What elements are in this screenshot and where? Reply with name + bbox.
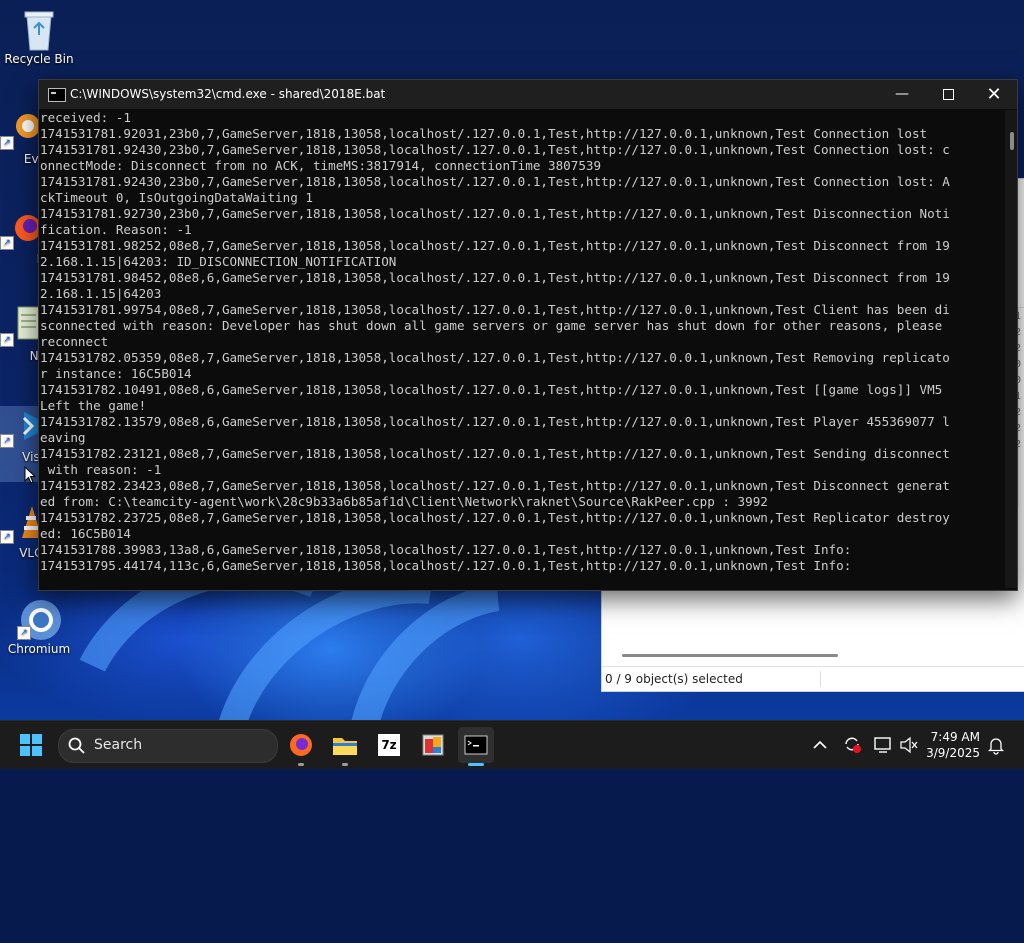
horizontal-scrollbar[interactable] <box>622 654 838 657</box>
running-indicator <box>298 763 304 766</box>
running-indicator <box>342 763 348 766</box>
console-line: 2.168.1.15|64203 <box>40 286 162 301</box>
show-hidden-icons-button[interactable] <box>810 735 830 755</box>
scrollbar-thumb[interactable] <box>1010 132 1014 150</box>
start-button[interactable] <box>20 734 42 756</box>
window-title: C:\WINDOWS\system32\cmd.exe - shared\201… <box>70 87 386 101</box>
taskbar-app-terminal[interactable] <box>458 727 494 766</box>
chromium-icon: ↗ <box>17 598 61 640</box>
clock-date: 3/9/2025 <box>926 746 980 760</box>
minimize-icon: — <box>895 86 909 102</box>
close-icon: ✕ <box>986 84 1002 105</box>
windows-logo-tile <box>32 734 42 744</box>
console-line: 1741531781.98252,08e8,7,GameServer,1818,… <box>40 238 950 253</box>
console-line: sconnected with reason: Developer has sh… <box>40 318 943 333</box>
taskbar: Search 7z 7:49 AM 3/9/2025 <box>0 720 1024 769</box>
7zip-icon: 7z <box>378 734 400 756</box>
close-button[interactable]: ✕ <box>971 80 1017 109</box>
windows-logo-tile <box>20 746 30 756</box>
console-line: 1741531782.23725,08e8,7,GameServer,1818,… <box>40 510 950 525</box>
console-line: 1741531781.92031,23b0,7,GameServer,1818,… <box>40 126 928 141</box>
running-indicator <box>468 763 484 766</box>
minimize-button[interactable]: — <box>879 80 925 109</box>
console-line: 1741531781.92430,23b0,7,GameServer,1818,… <box>40 142 950 157</box>
console-line: 1741531782.23121,08e8,7,GameServer,1818,… <box>40 446 950 461</box>
console-line: 1741531781.98452,08e8,6,GameServer,1818,… <box>40 270 950 285</box>
console-line: 1741531781.99754,08e8,7,GameServer,1818,… <box>40 302 950 317</box>
taskbar-clock[interactable]: 7:49 AM 3/9/2025 <box>926 729 980 761</box>
folder-icon <box>333 738 357 755</box>
vlc-icon: ↗ <box>0 502 42 544</box>
network-icon <box>874 737 891 753</box>
taskbar-app-utility[interactable] <box>415 727 451 763</box>
taskbar-app-firefox[interactable] <box>283 727 319 766</box>
console-line: Left the game! <box>40 398 147 413</box>
console-line: 1741531782.13579,08e8,6,GameServer,1818,… <box>40 414 950 429</box>
console-line: 1741531788.39983,13a8,6,GameServer,1818,… <box>40 542 852 557</box>
shortcut-arrow-icon: ↗ <box>0 136 14 150</box>
console-line: 1741531781.92430,23b0,7,GameServer,1818,… <box>40 174 950 189</box>
console-line: ed from: C:\teamcity-agent\work\28c9b33a… <box>40 494 768 509</box>
console-line: 1741531782.05359,08e8,7,GameServer,1818,… <box>40 350 950 365</box>
desktop-icon-recycle-bin[interactable]: Recycle Bin <box>3 8 75 66</box>
windows-logo-tile <box>32 746 42 756</box>
console-line: 1741531782.10491,08e8,6,GameServer,1818,… <box>40 382 943 397</box>
console-line: eaving <box>40 430 86 445</box>
taskbar-search[interactable]: Search <box>58 729 278 763</box>
firefox-icon <box>290 734 312 756</box>
shortcut-arrow-icon: ↗ <box>0 333 14 347</box>
notifications-button[interactable] <box>986 735 1006 755</box>
console-line: onnectMode: Disconnect from no ACK, time… <box>40 158 602 173</box>
shortcut-arrow-icon: ↗ <box>17 626 31 640</box>
desktop-icon-chromium[interactable]: ↗ Chromium <box>3 598 75 656</box>
chevron-up-icon <box>813 740 827 749</box>
notepad-icon: ↗ <box>0 305 42 347</box>
console-output[interactable]: received: -1 1741531781.92031,23b0,7,Game… <box>39 110 1006 588</box>
console-window[interactable]: C:\WINDOWS\system32\cmd.exe - shared\201… <box>38 79 1018 591</box>
maximize-icon <box>942 88 954 100</box>
search-icon <box>68 737 85 754</box>
sync-error-icon <box>845 737 861 753</box>
console-line: 1741531782.23423,08e8,7,GameServer,1818,… <box>40 478 950 493</box>
shortcut-arrow-icon: ↗ <box>0 434 14 448</box>
cmd-icon <box>48 88 66 102</box>
maximize-button[interactable] <box>925 80 971 109</box>
taskbar-app-7zip[interactable]: 7z <box>371 727 407 763</box>
visual-studio-icon: ↗ <box>0 406 42 448</box>
shortcut-arrow-icon: ↗ <box>0 530 14 544</box>
taskbar-app-file-explorer[interactable] <box>327 727 363 766</box>
mouse-cursor-icon <box>24 465 37 488</box>
console-line: fication. Reason: -1 <box>40 222 192 237</box>
console-line: 2.168.1.15|64203: ID_DISCONNECTION_NOTIF… <box>40 254 397 269</box>
search-label: Search <box>94 737 143 753</box>
desktop-icon-label: Recycle Bin <box>4 52 74 66</box>
desktop-icon-label: Chromium <box>7 642 71 656</box>
console-line: ed: 16C5B014 <box>40 526 131 541</box>
console-line: ckTimeout 0, IsOutgoingDataWaiting 1 <box>40 190 313 205</box>
console-line: received: -1 <box>40 110 131 125</box>
clock-time: 7:49 AM <box>930 730 980 744</box>
tray-volume-button[interactable] <box>899 735 919 755</box>
recycle-bin-icon <box>19 8 59 51</box>
vertical-scrollbar[interactable] <box>1005 110 1017 588</box>
windows-logo-icon <box>20 734 30 744</box>
app-icon <box>422 734 444 756</box>
bell-icon <box>987 738 1005 755</box>
console-titlebar[interactable]: C:\WINDOWS\system32\cmd.exe - shared\201… <box>39 80 1017 109</box>
explorer-status-bar: 0 / 9 object(s) selected <box>602 666 1024 691</box>
console-line: r instance: 16C5B014 <box>40 366 192 381</box>
shortcut-arrow-icon: ↗ <box>0 236 14 250</box>
console-line: 1741531795.44174,113c,6,GameServer,1818,… <box>40 558 852 573</box>
status-separator <box>820 671 821 687</box>
console-line: with reason: -1 <box>40 462 162 477</box>
firefox-icon: ↗ <box>0 208 42 250</box>
volume-muted-icon <box>900 736 918 754</box>
status-text: 0 / 9 object(s) selected <box>605 672 743 686</box>
console-line: 1741531781.92730,23b0,7,GameServer,1818,… <box>40 206 950 221</box>
tray-sync-button[interactable] <box>842 734 862 754</box>
everything-icon: ↗ <box>0 108 42 150</box>
terminal-icon <box>464 735 488 755</box>
console-line: reconnect <box>40 334 109 349</box>
tray-network-button[interactable] <box>873 735 893 755</box>
